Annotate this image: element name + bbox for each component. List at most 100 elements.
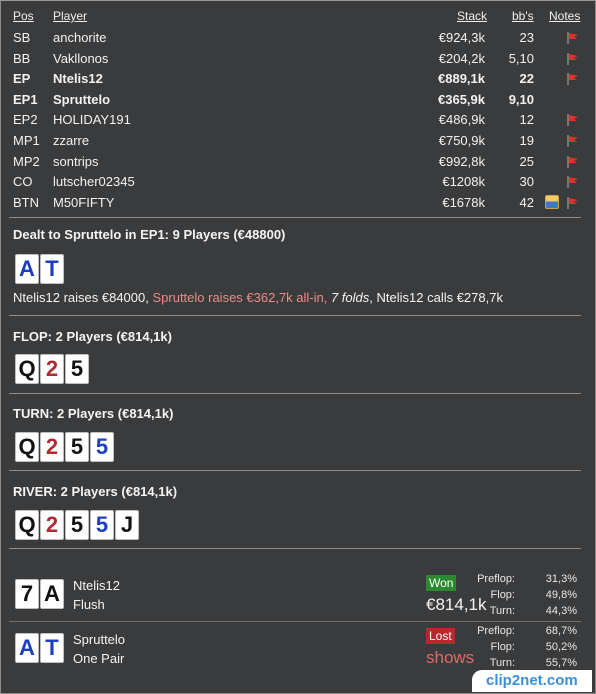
won-amount: €814,1k (426, 595, 487, 614)
player-position: MP1 (13, 133, 40, 148)
action-call: , Ntelis12 calls €278,7k (369, 290, 503, 305)
clip2net-watermark: clip2net.com (472, 670, 592, 692)
column-header-stack[interactable]: Stack (457, 9, 487, 23)
note-flag-icon[interactable] (565, 72, 579, 86)
player-row[interactable]: BB Vakllonos €204,2k 5,10 (1, 49, 596, 69)
note-flag-icon[interactable] (565, 196, 579, 210)
equity-label: Preflop: (477, 573, 515, 585)
result-player-name: Ntelis12 (73, 578, 120, 593)
note-flag-icon[interactable] (565, 52, 579, 66)
playing-card: Q (15, 510, 39, 540)
result-row-loser: AT Spruttelo One Pair Lost shows Preflop… (1, 625, 596, 675)
equity-value: 49,8% (545, 589, 577, 601)
flop-cards: Q25 (15, 354, 89, 384)
note-flag-icon[interactable] (565, 31, 579, 45)
divider (9, 393, 581, 394)
divider (9, 548, 581, 549)
note-flag-icon[interactable] (565, 134, 579, 148)
divider (9, 217, 581, 218)
action-folds: 7 folds (330, 290, 370, 305)
player-name: lutscher02345 (53, 174, 135, 190)
player-bbs: 5,10 (508, 50, 534, 66)
action-raise-villain: Ntelis12 raises €84000, (13, 290, 153, 305)
equity-value: 44,3% (545, 605, 577, 617)
playing-card: 5 (90, 510, 114, 540)
player-bbs: 19 (519, 133, 534, 148)
playing-card: 5 (90, 432, 114, 462)
column-header-bbs[interactable]: bb's (512, 9, 534, 23)
player-position: MP2 (13, 153, 40, 169)
turn-title: TURN: 2 Players (€814,1k) (13, 406, 174, 421)
player-row[interactable]: SB anchorite €924,3k 23 (1, 28, 596, 48)
player-name: HOLIDAY191 (53, 112, 131, 128)
player-bbs: 25 (519, 153, 534, 169)
player-avatar-icon[interactable] (545, 194, 559, 209)
playing-card: 2 (40, 510, 64, 540)
playing-card: 5 (65, 354, 89, 384)
player-name: anchorite (53, 30, 107, 45)
player-name: Vakllonos (53, 50, 109, 66)
playing-card: 2 (40, 432, 64, 462)
player-position: CO (13, 174, 33, 190)
column-header-player[interactable]: Player (53, 9, 87, 23)
hand-history-panel: Pos Player Stack bb's Notes SB anchorite €… (0, 0, 596, 694)
playing-card: T (40, 633, 64, 663)
column-header-notes[interactable]: Notes (549, 9, 580, 23)
flop-title: FLOP: 2 Players (€814,1k) (13, 329, 172, 344)
player-row[interactable]: BTN M50FIFTY €1678k 42 (1, 193, 596, 213)
equity-value: 55,7% (545, 657, 577, 669)
player-row[interactable]: EP2 HOLIDAY191 €486,9k 12 (1, 110, 596, 130)
result-hand-name: One Pair (73, 651, 125, 666)
player-row[interactable]: MP1 zzarre €750,9k 19 (1, 131, 596, 151)
lost-badge: Lost (426, 628, 455, 644)
river-cards: Q255J (15, 510, 139, 540)
player-stack: €889,1k (438, 71, 485, 87)
playing-card: A (40, 579, 64, 609)
column-header-pos[interactable]: Pos (13, 9, 34, 23)
playing-card: Q (15, 354, 39, 384)
divider (9, 621, 581, 622)
equity-value: 68,7% (545, 625, 577, 637)
player-stack: €1678k (442, 194, 485, 210)
player-stack: €486,9k (438, 112, 485, 128)
player-bbs: 42 (519, 194, 534, 210)
equity-label: Turn: (489, 605, 515, 617)
lost-amount: shows (426, 648, 475, 667)
won-badge: Won (426, 575, 457, 591)
playing-card: 2 (40, 354, 64, 384)
equity-label: Flop: (490, 589, 515, 601)
player-bbs: 9,10 (508, 91, 534, 107)
player-name: sontrips (53, 153, 99, 169)
equity-value: 50,2% (545, 641, 577, 653)
player-row[interactable]: EP1 Spruttelo €365,9k 9,10 (1, 90, 596, 110)
result-player-name: Spruttelo (73, 632, 126, 647)
equity-label: Turn: (489, 657, 515, 669)
player-stack: €992,8k (438, 153, 485, 169)
player-name: Spruttelo (53, 91, 111, 107)
note-flag-icon[interactable] (565, 175, 579, 189)
player-position: SB (13, 30, 31, 45)
playing-card: T (40, 254, 64, 284)
note-flag-icon[interactable] (565, 155, 579, 169)
player-position: BTN (13, 194, 39, 210)
player-row[interactable]: MP2 sontrips €992,8k 25 (1, 152, 596, 172)
result-hand-name: Flush (73, 597, 105, 612)
divider (9, 315, 581, 316)
note-flag-icon[interactable] (565, 113, 579, 127)
player-row[interactable]: EP Ntelis12 €889,1k 22 (1, 69, 596, 89)
equity-stats: Preflop: 68,7% Flop: 50,2% Turn: 55,7% (477, 625, 577, 673)
playing-card: 5 (65, 432, 89, 462)
showdown-cards: AT (15, 633, 64, 663)
player-stack: €365,9k (438, 91, 485, 107)
player-stack: €924,3k (438, 30, 485, 45)
river-title: RIVER: 2 Players (€814,1k) (13, 484, 178, 499)
equity-value: 31,3% (545, 573, 577, 585)
player-row[interactable]: CO lutscher02345 €1208k 30 (1, 172, 596, 192)
player-stack: €204,2k (438, 50, 485, 66)
player-stack: €1208k (442, 174, 485, 190)
turn-cards: Q255 (15, 432, 114, 462)
showdown-cards: 7A (15, 579, 64, 609)
preflop-action: Ntelis12 raises €84000, Spruttelo raises… (13, 290, 503, 305)
divider (9, 470, 581, 471)
player-name: M50FIFTY (53, 194, 115, 210)
